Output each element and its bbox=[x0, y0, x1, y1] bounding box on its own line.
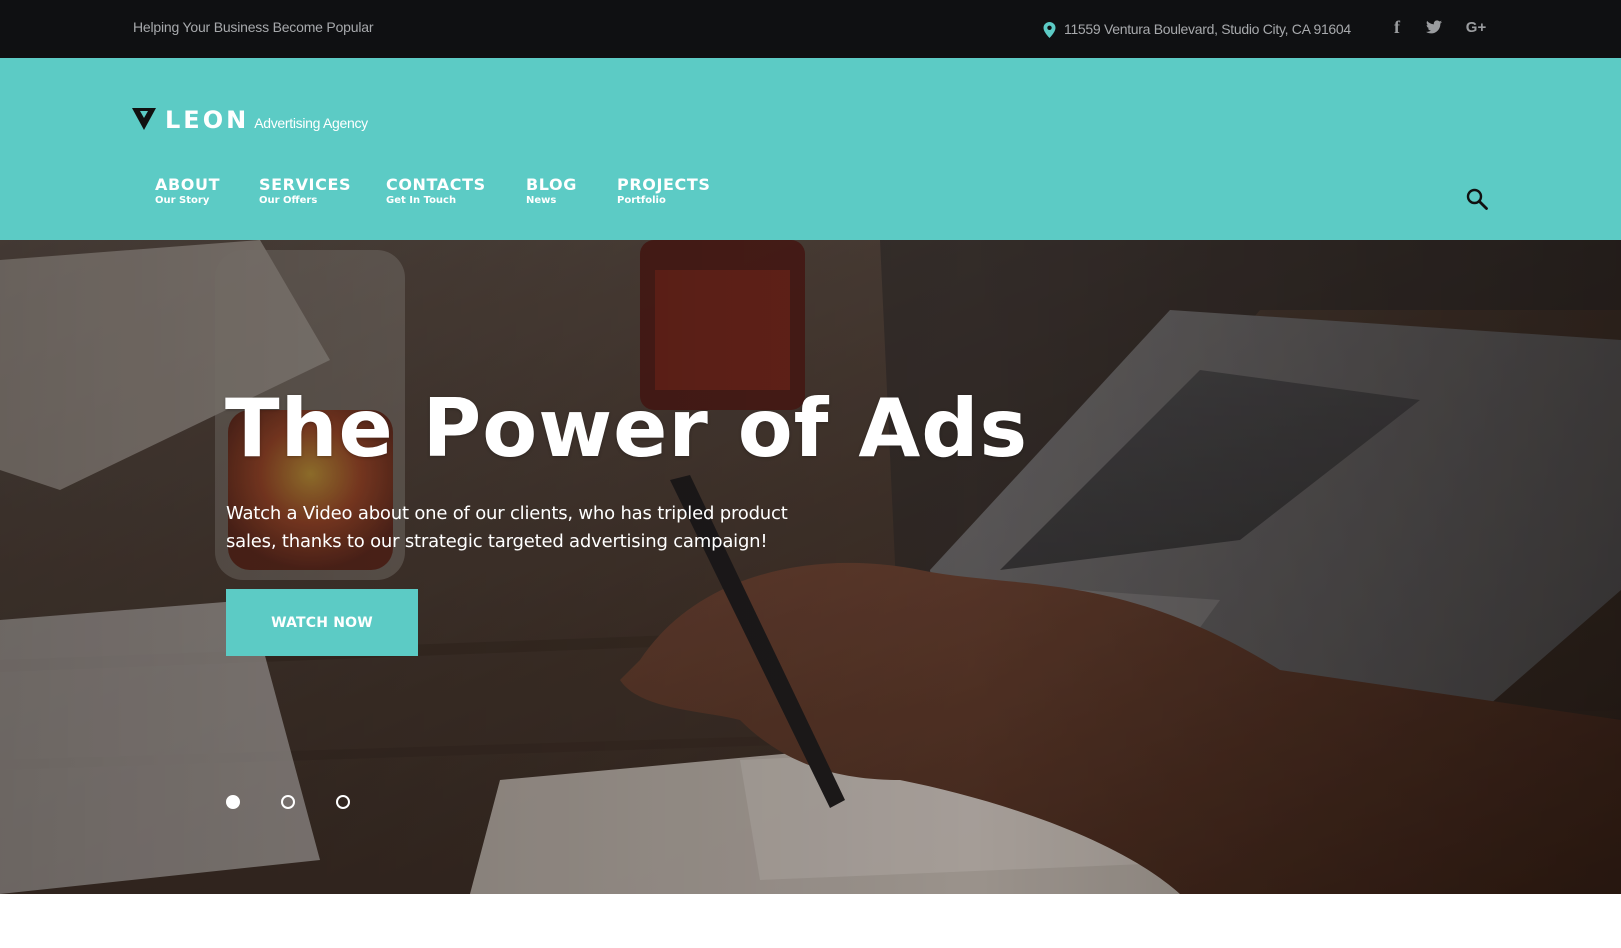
logo[interactable]: LEON Advertising Agency bbox=[132, 106, 368, 134]
nav-sublabel: Our Story bbox=[155, 195, 210, 206]
nav-label: BLOG bbox=[526, 175, 577, 194]
slide-dot-3[interactable] bbox=[336, 795, 350, 809]
nav-label: SERVICES bbox=[259, 175, 352, 194]
watch-now-button[interactable]: WATCH NOW bbox=[226, 589, 418, 656]
logo-mark-icon bbox=[132, 108, 156, 130]
tagline: Helping Your Business Become Popular bbox=[133, 19, 374, 35]
logo-subtitle: Advertising Agency bbox=[254, 115, 368, 131]
slide-dot-1[interactable] bbox=[226, 795, 240, 809]
nav-label: ABOUT bbox=[155, 175, 221, 194]
slide-dot-2[interactable] bbox=[281, 795, 295, 809]
nav-sublabel: News bbox=[526, 195, 557, 206]
address: 11559 Ventura Boulevard, Studio City, CA… bbox=[1043, 0, 1351, 58]
nav-label: CONTACTS bbox=[386, 175, 486, 194]
nav-sublabel: Get In Touch bbox=[386, 195, 457, 206]
nav-item-about[interactable]: ABOUT Our Story bbox=[155, 176, 220, 207]
hero-title: The Power of Ads bbox=[225, 382, 1029, 475]
hero-slider: The Power of Ads Watch a Video about one… bbox=[0, 240, 1621, 894]
nav-item-services[interactable]: SERVICES Our Offers bbox=[259, 176, 351, 207]
nav-item-blog[interactable]: BLOG News bbox=[526, 176, 577, 207]
nav-item-contacts[interactable]: CONTACTS Get In Touch bbox=[386, 176, 486, 207]
twitter-bird-glyph bbox=[1426, 20, 1442, 34]
logo-name: LEON bbox=[165, 106, 250, 134]
site-header: LEON Advertising Agency ABOUT Our Story … bbox=[0, 58, 1621, 240]
facebook-icon[interactable]: f bbox=[1387, 0, 1407, 54]
nav-sublabel: Portfolio bbox=[617, 195, 666, 206]
map-pin-icon bbox=[1043, 22, 1056, 38]
hero-description: Watch a Video about one of our clients, … bbox=[226, 503, 788, 552]
page-content-start bbox=[0, 894, 1621, 948]
address-text: 11559 Ventura Boulevard, Studio City, CA… bbox=[1064, 20, 1351, 37]
twitter-icon[interactable] bbox=[1423, 0, 1445, 54]
nav-label: PROJECTS bbox=[617, 175, 711, 194]
nav-sublabel: Our Offers bbox=[259, 195, 318, 206]
google-plus-icon[interactable]: G+ bbox=[1463, 0, 1489, 54]
top-bar: Helping Your Business Become Popular 115… bbox=[0, 0, 1621, 58]
search-icon[interactable] bbox=[1466, 188, 1488, 210]
nav-item-projects[interactable]: PROJECTS Portfolio bbox=[617, 176, 711, 207]
slider-pagination bbox=[0, 795, 1621, 809]
main-nav: ABOUT Our Story SERVICES Our Offers CONT… bbox=[0, 176, 1621, 216]
